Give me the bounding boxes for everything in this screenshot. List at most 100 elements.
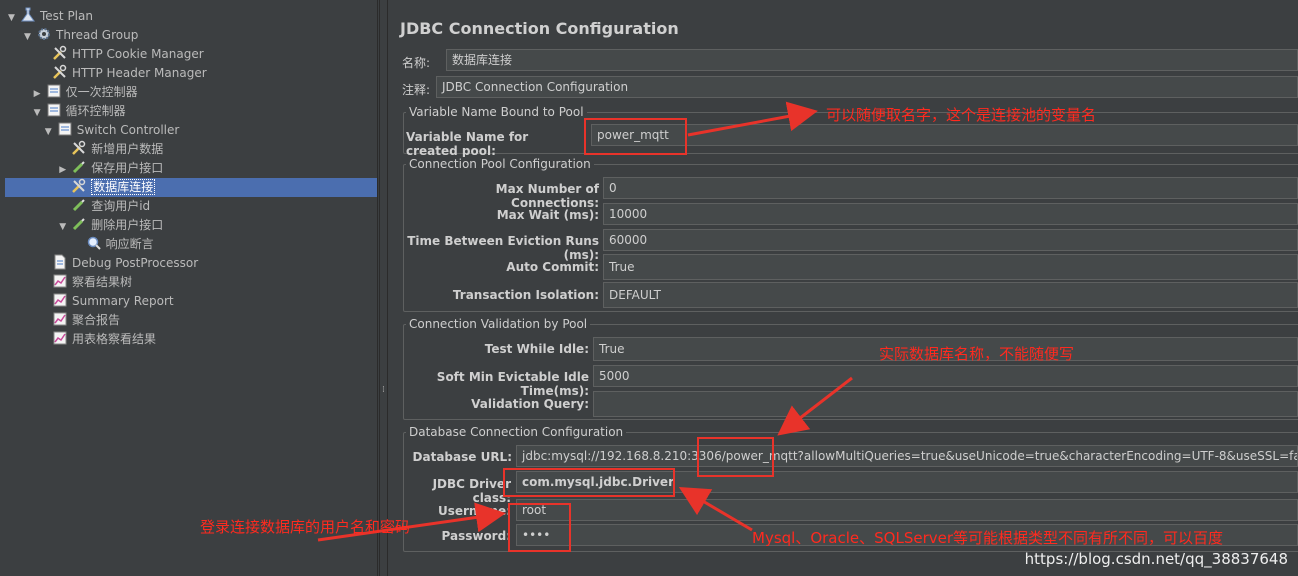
tree-item-label: 删除用户接口 <box>91 218 164 232</box>
max-connections-field[interactable]: 0 <box>603 177 1298 199</box>
soft-min-idle-label: Soft Min Evictable Idle Time(ms): <box>436 370 589 398</box>
max-wait-field[interactable]: 10000 <box>603 203 1298 225</box>
database-url-field[interactable]: jdbc:mysql://192.168.8.210:3306/power_mq… <box>516 445 1298 467</box>
test-while-idle-label: Test While Idle: <box>484 342 589 356</box>
tree-item[interactable]: 新增用户数据 <box>59 140 163 159</box>
tree-item-label: 聚合报告 <box>72 313 121 327</box>
tree-item[interactable]: ▼ 循环控制器 <box>34 102 126 121</box>
database-connection-group-title: Database Connection Configuration <box>406 425 627 439</box>
tree-item[interactable]: ▼ Thread Group <box>24 26 138 45</box>
tree-item[interactable]: ▼ Switch Controller <box>45 121 180 142</box>
tree-item-label: Debug PostProcessor <box>72 256 199 270</box>
validation-query-label: Validation Query: <box>471 397 589 411</box>
wrench-icon <box>52 64 68 80</box>
wrench-icon <box>71 140 87 156</box>
annotation-box-db-name <box>697 437 774 477</box>
pipette-icon <box>71 159 87 175</box>
database-url-label: Database URL: <box>412 450 512 464</box>
tree-item-label: 新增用户数据 <box>91 142 164 156</box>
transaction-isolation-label: Transaction Isolation: <box>452 288 599 302</box>
annotation-driver: Mysql、Oracle、SQLServer等可能根据类型不同有所不同，可以百度 <box>752 529 1224 547</box>
password-label: Password: <box>441 529 512 543</box>
gear-icon <box>36 26 52 42</box>
collapse-toggle-icon[interactable]: ▼ <box>24 28 36 47</box>
test-plan-tree: ▼ Test Plan ▼ Thread Group HTTP Cookie Manag… <box>0 0 378 576</box>
transaction-isolation-select[interactable]: DEFAULT <box>603 282 1298 308</box>
wrench-icon <box>71 178 87 194</box>
tree-item[interactable]: 查询用户id <box>59 197 150 216</box>
tree-item-label: Switch Controller <box>76 123 180 137</box>
tree-item[interactable]: ▼ 删除用户接口 <box>59 216 163 235</box>
page-title: JDBC Connection Configuration <box>400 19 679 38</box>
tree-item-label: 数据库连接 <box>91 179 156 195</box>
listener-icon <box>52 311 68 327</box>
eviction-runs-label: Time Between Eviction Runs (ms): <box>407 234 599 262</box>
tree-item-label: 响应断言 <box>105 237 154 251</box>
name-field[interactable]: 数据库连接 <box>446 49 1298 71</box>
controller-icon <box>46 83 62 99</box>
username-field[interactable]: root <box>516 499 1298 521</box>
panel-splitter[interactable]: ⁞ <box>379 0 388 576</box>
soft-min-idle-field[interactable]: 5000 <box>593 365 1298 387</box>
pipette-icon <box>71 216 87 232</box>
auto-commit-select[interactable]: True <box>603 254 1298 280</box>
tree-item[interactable]: 聚合报告 <box>40 311 120 330</box>
splitter-grip-icon[interactable]: ⁞ <box>382 385 385 395</box>
tree-item[interactable]: ▶ 保存用户接口 <box>59 159 163 178</box>
watermark: https://blog.csdn.net/qq_38837648 <box>1024 550 1288 568</box>
annotation-db-name: 实际数据库名称，不能随便写 <box>879 345 1075 363</box>
tree-item[interactable]: 用表格察看结果 <box>40 330 156 349</box>
comment-field[interactable]: JDBC Connection Configuration <box>436 76 1298 98</box>
tree-item-label: HTTP Header Manager <box>72 66 207 80</box>
max-connections-label: Max Number of Connections: <box>495 182 599 210</box>
eviction-runs-field[interactable]: 60000 <box>603 229 1298 251</box>
controller-icon <box>57 121 73 137</box>
tree-item[interactable]: ▼ Test Plan <box>8 7 93 26</box>
annotation-box-credentials <box>508 503 571 552</box>
magnifier-icon <box>86 235 102 251</box>
validation-query-field[interactable] <box>593 391 1298 417</box>
tree-item[interactable]: HTTP Cookie Manager <box>40 45 204 64</box>
annotation-box-pool-variable <box>584 118 687 155</box>
auto-commit-label: Auto Commit: <box>506 260 599 274</box>
collapse-toggle-icon[interactable]: ▼ <box>59 218 71 237</box>
tree-item[interactable]: Debug PostProcessor <box>40 254 198 273</box>
comment-label: 注释: <box>402 83 431 97</box>
tree-item-label: HTTP Cookie Manager <box>72 47 204 61</box>
tree-item[interactable]: 察看结果树 <box>40 273 132 292</box>
collapse-toggle-icon[interactable]: ▼ <box>8 9 20 28</box>
annotation-credentials: 登录连接数据库的用户名和密码 <box>200 518 411 536</box>
test-plan-icon <box>20 7 36 23</box>
wrench-icon <box>52 45 68 61</box>
connection-pool-group-title: Connection Pool Configuration <box>406 157 594 171</box>
tree-item-label: Thread Group <box>56 28 139 42</box>
validation-group-title: Connection Validation by Pool <box>406 317 591 331</box>
controller-icon <box>46 102 62 118</box>
annotation-box-driver <box>503 468 675 497</box>
listener-icon <box>52 273 68 289</box>
tree-item[interactable]: Summary Report <box>40 292 174 311</box>
tree-item-label: Summary Report <box>72 294 174 308</box>
name-label: 名称: <box>402 56 431 70</box>
pool-variable-label: Variable Name for created pool: <box>406 130 529 158</box>
jdbc-driver-label: JDBC Driver class: <box>432 477 511 505</box>
username-label: Username: <box>437 504 511 518</box>
tree-item-label: 循环控制器 <box>65 104 126 118</box>
tree-item[interactable]: 数据库连接 <box>5 178 377 197</box>
tree-item-label: 查询用户id <box>91 199 151 213</box>
document-icon <box>52 254 68 270</box>
tree-item-label: 保存用户接口 <box>91 161 164 175</box>
tree-item[interactable]: HTTP Header Manager <box>40 64 207 83</box>
pool-variable-field[interactable]: power_mqtt <box>591 124 1298 146</box>
collapse-toggle-icon[interactable]: ▼ <box>45 123 57 142</box>
listener-icon <box>52 292 68 308</box>
tree-item-label: 用表格察看结果 <box>72 332 157 346</box>
collapse-toggle-icon[interactable]: ▼ <box>34 104 46 123</box>
tree-item[interactable]: ▶ 仅一次控制器 <box>34 83 138 102</box>
pool-variable-group-title: Variable Name Bound to Pool <box>406 105 587 119</box>
max-wait-label: Max Wait (ms): <box>496 208 599 222</box>
tree-item-label: Test Plan <box>40 9 93 23</box>
tree-item-label: 仅一次控制器 <box>65 85 138 99</box>
tree-item[interactable]: 响应断言 <box>74 235 154 254</box>
pipette-icon <box>71 197 87 213</box>
